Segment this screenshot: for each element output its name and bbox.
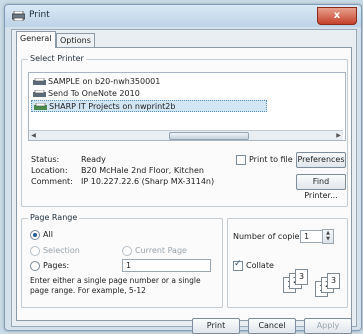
scroll-left-icon[interactable]: ◀ [29, 131, 38, 140]
location-value: B20 McHale 2nd Floor, Kitchen [81, 166, 204, 175]
title-bar[interactable]: Print x [5, 5, 361, 27]
status-value: Ready [81, 155, 106, 164]
printer-icon [34, 103, 47, 110]
copies-label: Number of copies: [233, 232, 307, 241]
collate-page-3a: 3 [295, 269, 308, 285]
comment-value: IP 10.227.22.6 (Sharp MX-3114n) [81, 177, 215, 186]
preferences-button[interactable]: Preferences [296, 152, 346, 168]
page-range-help-line2: page range. For example, 5-12 [30, 286, 146, 295]
select-printer-label: Select Printer [28, 54, 86, 63]
printer-icon [12, 11, 25, 21]
window-title: Print [29, 10, 50, 20]
apply-button: Apply [304, 318, 352, 334]
preferences-button-label: Preferences [297, 155, 345, 164]
tab-general-label: General [20, 34, 52, 43]
spin-down-icon[interactable]: ▼ [323, 236, 333, 242]
printer-icon [33, 78, 46, 85]
pages-input-value: 1 [126, 261, 132, 270]
printer-icon [33, 90, 46, 97]
close-icon: x [333, 10, 341, 21]
cancel-button-label: Cancel [258, 321, 286, 330]
radio-all[interactable] [30, 230, 40, 240]
radio-current-page-label: Current Page [135, 246, 187, 255]
close-button[interactable]: x [317, 7, 357, 25]
printer-list-scrollbar[interactable]: ◀ ▶ [29, 130, 343, 140]
find-printer-button-label: Find Printer... [304, 177, 338, 200]
apply-button-label: Apply [316, 321, 340, 330]
cancel-button[interactable]: Cancel [248, 318, 296, 334]
printer-item-sharp[interactable]: SHARP IT Projects on nwprint2b [31, 100, 267, 112]
copies-input-value: 1 [304, 232, 310, 241]
scroll-right-icon[interactable]: ▶ [334, 131, 343, 140]
tab-options[interactable]: Options [56, 33, 95, 48]
radio-selection-label: Selection [43, 246, 80, 255]
radio-pages-label: Pages: [43, 261, 70, 270]
find-printer-button[interactable]: Find Printer... [296, 174, 346, 200]
radio-current-page [122, 246, 132, 256]
page-range-help-line1: Enter either a single page number or a s… [30, 276, 201, 285]
print-dialog: Print x General Options Select Printer S… [4, 4, 362, 334]
radio-selection [30, 246, 40, 256]
dialog-client-area: General Options Select Printer SAMPLE on… [11, 29, 357, 334]
radio-all-label: All [43, 230, 53, 239]
print-button-label: Print [206, 321, 226, 330]
print-to-file-checkbox[interactable] [236, 155, 246, 165]
tab-options-label: Options [60, 36, 91, 45]
page-range-label: Page Range [28, 213, 80, 222]
collate-checkbox[interactable] [233, 259, 243, 271]
copies-input[interactable]: 1 [300, 230, 323, 243]
radio-pages[interactable] [30, 261, 40, 271]
pages-input[interactable]: 1 [122, 259, 211, 272]
copies-spinner[interactable]: ▲ ▼ [322, 229, 334, 244]
scrollbar-thumb[interactable] [169, 132, 249, 140]
tab-general[interactable]: General [16, 31, 56, 48]
printer-item-sample[interactable]: SAMPLE on b20-nwh350001 [31, 76, 160, 88]
print-to-file-label: Print to file [249, 155, 293, 164]
print-button[interactable]: Print [192, 318, 240, 334]
location-label: Location: [31, 166, 68, 175]
printer-name: SHARP IT Projects on nwprint2b [49, 102, 176, 111]
collate-page-3b: 3 [327, 273, 340, 289]
comment-label: Comment: [31, 177, 73, 186]
printer-item-onenote[interactable]: Send To OneNote 2010 [31, 88, 140, 100]
printer-list[interactable]: SAMPLE on b20-nwh350001 Send To OneNote … [28, 72, 346, 141]
collate-label: Collate [246, 261, 274, 270]
printer-name: SAMPLE on b20-nwh350001 [48, 77, 161, 86]
printer-name: Send To OneNote 2010 [48, 89, 140, 98]
general-tab-page: Select Printer SAMPLE on b20-nwh350001 S… [16, 47, 352, 321]
status-label: Status: [31, 155, 60, 164]
